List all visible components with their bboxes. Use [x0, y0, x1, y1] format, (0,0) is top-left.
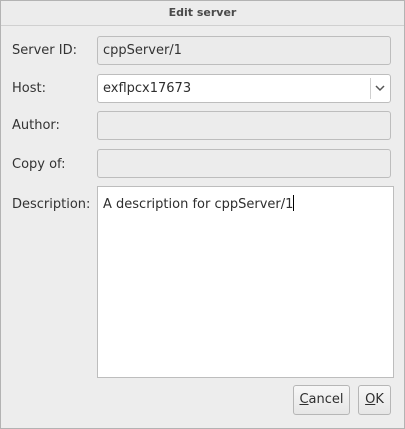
copy-of-field[interactable]	[97, 149, 391, 178]
author-field[interactable]	[97, 111, 391, 140]
cancel-button-mnemonic: C	[299, 392, 309, 407]
description-textarea[interactable]: A description for cppServer/1	[97, 186, 394, 378]
host-combobox[interactable]: exflpcx17673	[97, 74, 391, 103]
ok-button-label: K	[375, 392, 384, 407]
combobox-separator	[370, 78, 371, 99]
server-id-label: Server ID:	[12, 43, 77, 58]
cancel-button-label: ancel	[308, 392, 344, 407]
host-combobox-value: exflpcx17673	[103, 81, 192, 96]
description-label: Description:	[12, 197, 91, 212]
description-text: A description for cppServer/1	[103, 197, 294, 212]
cancel-button[interactable]: Cancel	[293, 385, 350, 415]
chevron-down-icon[interactable]	[373, 81, 387, 95]
author-label: Author:	[12, 118, 60, 133]
edit-server-dialog: Edit server Server ID: cppServer/1 Host:…	[0, 0, 405, 429]
text-caret	[293, 195, 295, 211]
server-id-field: cppServer/1	[97, 36, 391, 65]
host-label: Host:	[12, 81, 46, 96]
ok-button[interactable]: OK	[358, 385, 391, 415]
copy-of-label: Copy of:	[12, 157, 66, 172]
ok-button-mnemonic: O	[365, 392, 376, 407]
dialog-title: Edit server	[1, 1, 404, 26]
